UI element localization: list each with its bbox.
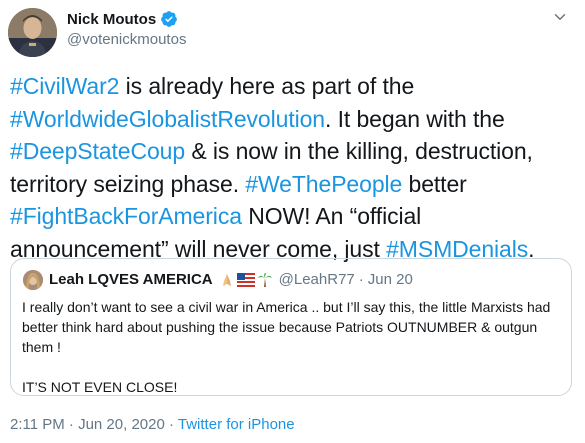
quote-header: Leah LQVES AMERICA @LeahR77 · Jun 20 <box>49 271 413 288</box>
tweet-text-segment: . It began with the <box>325 105 505 132</box>
hashtag-link[interactable]: #WorldwideGlobalistRevolution <box>10 106 325 132</box>
tweet-timestamp[interactable]: 2:11 PM · Jun 20, 2020 · <box>10 416 178 433</box>
author-name[interactable]: Nick Moutos <box>67 11 156 28</box>
author-avatar[interactable] <box>8 8 57 57</box>
palm-tree-emoji <box>257 272 272 287</box>
hashtag-link[interactable]: #FightBackForAmerica <box>10 203 242 229</box>
chevron-down-icon[interactable] <box>551 8 569 26</box>
tweet-text-segment: is already here as part of the <box>119 73 415 99</box>
quoted-tweet[interactable]: Leah LQVES AMERICA @LeahR77 · Jun 20 I r… <box>10 258 572 396</box>
quote-name-emojis <box>219 272 273 288</box>
quote-body-paragraph: I really don’t want to see a civil war i… <box>22 299 551 355</box>
author-name-row: Nick Moutos <box>67 10 178 28</box>
tweet-source-link[interactable]: Twitter for iPhone <box>178 416 295 433</box>
tweet-text: #CivilWar2 is already here as part of th… <box>10 70 575 266</box>
quote-author-name[interactable]: Leah LQVES AMERICA <box>49 271 213 288</box>
praying-hands-emoji <box>222 273 231 286</box>
quote-body-paragraph: IT’S NOT EVEN CLOSE! <box>22 379 178 395</box>
author-handle[interactable]: @votenickmoutos <box>67 31 186 48</box>
quote-date[interactable]: Jun 20 <box>368 271 413 288</box>
hashtag-link[interactable]: #DeepStateCoup <box>10 138 185 164</box>
quote-separator: · <box>358 271 364 288</box>
tweet-footer: 2:11 PM · Jun 20, 2020 · Twitter for iPh… <box>10 416 295 433</box>
quote-body: I really don’t want to see a civil war i… <box>22 297 562 397</box>
quote-avatar[interactable] <box>23 270 43 290</box>
tweet-text-segment: better <box>402 170 467 197</box>
quote-author-handle[interactable]: @LeahR77 <box>279 271 355 288</box>
verified-badge-icon <box>161 11 178 27</box>
hashtag-link[interactable]: #CivilWar2 <box>10 73 119 99</box>
us-flag-emoji <box>236 272 255 287</box>
hashtag-link[interactable]: #WeThePeople <box>245 171 402 197</box>
